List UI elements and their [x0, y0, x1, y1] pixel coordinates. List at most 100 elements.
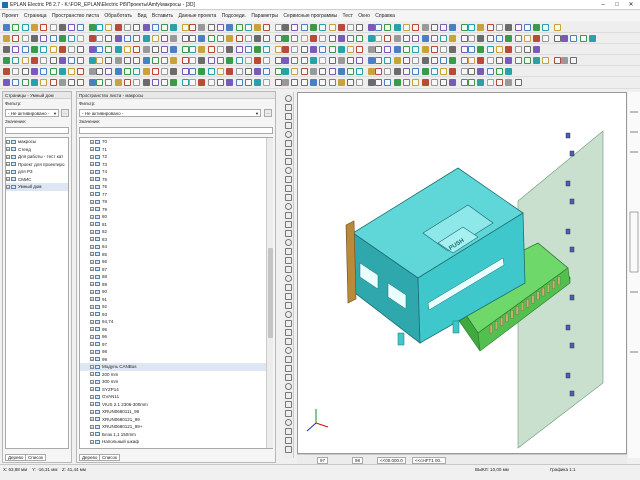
- collapse-icon[interactable]: −: [6, 139, 10, 144]
- drawing-tool-icon[interactable]: [285, 338, 292, 345]
- toolbar-tool-icon[interactable]: [384, 24, 392, 31]
- toolbar-tool-icon[interactable]: [123, 24, 131, 31]
- toolbar-tool-icon[interactable]: [384, 57, 392, 64]
- toolbar-tool-icon[interactable]: [226, 35, 234, 42]
- toolbar-tool-icon[interactable]: [58, 35, 66, 42]
- toolbar-tool-icon[interactable]: [77, 68, 85, 75]
- toolbar-tool-icon[interactable]: [430, 68, 438, 75]
- tree-item[interactable]: +76: [80, 183, 272, 191]
- drawing-tool-icon[interactable]: [285, 176, 292, 183]
- tree-item[interactable]: +92: [80, 303, 272, 311]
- toolbar-tool-icon[interactable]: [226, 24, 234, 31]
- toolbar-tool-icon[interactable]: [486, 24, 494, 31]
- toolbar-tool-icon[interactable]: [68, 57, 76, 64]
- tab-tree-middle[interactable]: Дерево: [79, 454, 101, 461]
- toolbar-tool-icon[interactable]: [68, 24, 76, 31]
- toolbar-tool-icon[interactable]: [216, 24, 224, 31]
- toolbar-tool-icon[interactable]: [274, 57, 282, 64]
- tree-item[interactable]: + VIUS 2.1 2306-300mm: [80, 401, 272, 409]
- toolbar-tool-icon[interactable]: [40, 79, 48, 86]
- tree-item-macros[interactable]: − макросы: [6, 138, 68, 146]
- tree-item[interactable]: +89: [80, 281, 272, 289]
- page-tree[interactable]: − макросы + Стенд + Для работы - тест кат +…: [5, 137, 69, 449]
- toolbar-tool-icon[interactable]: [347, 46, 355, 53]
- toolbar-tool-icon[interactable]: [21, 46, 29, 53]
- toolbar-tool-icon[interactable]: [291, 24, 299, 31]
- toolbar-tool-icon[interactable]: [356, 46, 364, 53]
- tree-item[interactable]: +99: [80, 356, 272, 364]
- toolbar-tool-icon[interactable]: [21, 24, 29, 31]
- toolbar-tool-icon[interactable]: [12, 24, 20, 31]
- toolbar-tool-icon[interactable]: [421, 57, 429, 64]
- tree-item[interactable]: +88: [80, 273, 272, 281]
- tree-item[interactable]: +82: [80, 228, 272, 236]
- toolbar-tool-icon[interactable]: [384, 35, 392, 42]
- toolbar-tool-icon[interactable]: [21, 35, 29, 42]
- toolbar-tool-icon[interactable]: [402, 46, 410, 53]
- toolbar-tool-icon[interactable]: [375, 46, 382, 53]
- drawing-tool-icon[interactable]: [285, 185, 292, 192]
- toolbar-tool-icon[interactable]: [30, 24, 38, 31]
- drawing-tool-icon[interactable]: [285, 104, 292, 111]
- menu-insert[interactable]: Вставить: [150, 11, 175, 21]
- toolbar-tool-icon[interactable]: [263, 46, 271, 53]
- tree-item[interactable]: +80: [80, 213, 272, 221]
- filter-more-button[interactable]: ...: [61, 109, 69, 117]
- toolbar-tool-icon[interactable]: [449, 35, 457, 42]
- toolbar-tool-icon[interactable]: [449, 46, 457, 53]
- toolbar-tool-icon[interactable]: [402, 35, 410, 42]
- toolbar-tool-icon[interactable]: [486, 46, 494, 53]
- toolbar-tool-icon[interactable]: [495, 79, 503, 86]
- toolbar-tool-icon[interactable]: [58, 68, 66, 75]
- tree-item[interactable]: +75: [80, 176, 272, 184]
- toolbar-tool-icon[interactable]: [88, 35, 96, 42]
- toolbar-tool-icon[interactable]: [235, 68, 243, 75]
- expand-icon[interactable]: +: [90, 274, 94, 279]
- toolbar-tool-icon[interactable]: [263, 79, 271, 86]
- toolbar-tool-icon[interactable]: [328, 68, 336, 75]
- toolbar-tool-icon[interactable]: [30, 57, 38, 64]
- toolbar-tool-icon[interactable]: [170, 35, 178, 42]
- toolbar-tool-icon[interactable]: [412, 68, 420, 75]
- toolbar-tool-icon[interactable]: [291, 35, 299, 42]
- toolbar-tool-icon[interactable]: [181, 57, 189, 64]
- toolbar-tool-icon[interactable]: [367, 79, 375, 86]
- tree-item[interactable]: +81: [80, 221, 272, 229]
- toolbar-tool-icon[interactable]: [553, 24, 561, 31]
- toolbar-tool-icon[interactable]: [263, 24, 271, 31]
- toolbar-tool-icon[interactable]: [440, 79, 448, 86]
- toolbar-tool-icon[interactable]: [3, 68, 10, 75]
- drawing-tool-icon[interactable]: [285, 275, 292, 282]
- toolbar-tool-icon[interactable]: [170, 24, 178, 31]
- toolbar-tool-icon[interactable]: [49, 68, 57, 75]
- toolbar-tool-icon[interactable]: [523, 57, 531, 64]
- toolbar-tool-icon[interactable]: [523, 46, 531, 53]
- toolbar-tool-icon[interactable]: [505, 35, 513, 42]
- toolbar-tool-icon[interactable]: [96, 46, 103, 53]
- drawing-tool-icon[interactable]: [285, 446, 292, 453]
- toolbar-tool-icon[interactable]: [514, 46, 522, 53]
- expand-icon[interactable]: +: [90, 207, 94, 212]
- toolbar-tool-icon[interactable]: [300, 68, 308, 75]
- toolbar-tool-icon[interactable]: [77, 35, 85, 42]
- toolbar-tool-icon[interactable]: [421, 68, 429, 75]
- toolbar-tool-icon[interactable]: [114, 79, 122, 86]
- toolbar-tool-icon[interactable]: [309, 24, 317, 31]
- drawing-tool-icon[interactable]: [285, 140, 292, 147]
- toolbar-tool-icon[interactable]: [367, 46, 375, 53]
- toolbar-tool-icon[interactable]: [561, 35, 568, 42]
- toolbar-tool-icon[interactable]: [3, 79, 10, 86]
- toolbar-tool-icon[interactable]: [189, 24, 196, 31]
- drawing-tool-icon[interactable]: [285, 95, 292, 102]
- toolbar-tool-icon[interactable]: [226, 79, 234, 86]
- toolbar-tool-icon[interactable]: [375, 24, 382, 31]
- toolbar-tool-icon[interactable]: [514, 24, 522, 31]
- toolbar-tool-icon[interactable]: [542, 24, 550, 31]
- expand-icon[interactable]: +: [90, 222, 94, 227]
- toolbar-tool-icon[interactable]: [393, 57, 401, 64]
- expand-icon[interactable]: +: [90, 439, 94, 444]
- toolbar-tool-icon[interactable]: [207, 35, 215, 42]
- toolbar-tool-icon[interactable]: [282, 79, 289, 86]
- toolbar-tool-icon[interactable]: [393, 68, 401, 75]
- drawing-tool-icon[interactable]: [285, 428, 292, 435]
